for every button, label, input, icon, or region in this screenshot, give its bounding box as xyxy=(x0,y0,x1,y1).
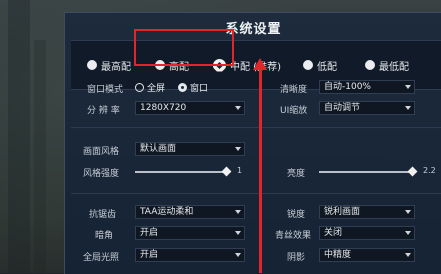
style-label: 画面风格 xyxy=(83,147,120,157)
vignette-label: 暗角 xyxy=(95,231,114,241)
chevron-down-icon xyxy=(405,210,411,214)
dropdown-value: 锐利画面 xyxy=(324,207,361,217)
dropdown-value: 默认画面 xyxy=(140,144,177,154)
sharpen-dropdown[interactable]: 锐利画面 xyxy=(319,205,415,219)
chevron-down-icon xyxy=(235,147,241,151)
dropdown-value: TAA运动柔和 xyxy=(140,207,194,217)
style-dropdown[interactable]: 默认画面 xyxy=(135,142,245,156)
aa-dropdown[interactable]: TAA运动柔和 xyxy=(135,205,245,219)
clarity-dropdown[interactable]: 自动-100% xyxy=(319,80,415,94)
brightness-label: 亮度 xyxy=(287,169,306,179)
aa-label: 抗锯齿 xyxy=(89,210,117,220)
radio-selected-icon xyxy=(178,83,187,92)
sharpen-label: 锐度 xyxy=(287,210,306,220)
gi-dropdown[interactable]: 开启 xyxy=(135,248,245,262)
preset-label: 最低配 xyxy=(379,61,409,73)
chevron-down-icon xyxy=(405,253,411,257)
dropdown-value: 中精度 xyxy=(324,250,352,260)
chevron-down-icon xyxy=(235,106,241,110)
octagon-icon xyxy=(87,60,97,70)
ui-scale-dropdown[interactable]: 自动调节 xyxy=(319,101,415,115)
preset-highest[interactable]: 最高配 xyxy=(87,56,131,74)
preset-low[interactable]: 低配 xyxy=(303,56,337,74)
radio-icon xyxy=(135,83,144,92)
chevron-down-icon xyxy=(235,231,241,235)
ui-scale-label: UI缩放 xyxy=(280,106,308,116)
preset-label: 低配 xyxy=(317,61,337,73)
system-settings-dialog: 系统设置 最高配 高配 中配 (推荐) 低配 最低配 窗口模式 全屏 窗口 清晰 xyxy=(64,12,441,274)
tint-label: 青丝效果 xyxy=(275,231,312,241)
dropdown-value: 1280X720 xyxy=(140,103,187,113)
strength-slider[interactable] xyxy=(135,171,228,173)
strength-value: 1 xyxy=(237,166,243,175)
resolution-label: 分 辨 率 xyxy=(87,106,120,116)
chevron-down-icon xyxy=(405,231,411,235)
chevron-down-icon xyxy=(235,253,241,257)
dropdown-value: 开启 xyxy=(140,228,159,238)
chevron-down-icon xyxy=(405,85,411,89)
gi-label: 全局光照 xyxy=(83,253,120,263)
brightness-slider-handle[interactable] xyxy=(407,166,418,177)
annotation-arrow-shaft xyxy=(259,64,262,273)
tint-dropdown[interactable]: 关闭 xyxy=(319,226,415,240)
dropdown-value: 自动调节 xyxy=(324,103,361,113)
octagon-icon xyxy=(303,60,313,70)
shadow-dropdown[interactable]: 中精度 xyxy=(319,248,415,262)
fullscreen-radio[interactable]: 全屏 xyxy=(135,81,165,94)
octagon-icon xyxy=(365,60,375,70)
background-tree-2 xyxy=(34,40,46,273)
chevron-down-icon xyxy=(235,210,241,214)
dropdown-value: 开启 xyxy=(140,250,159,260)
brightness-value: 2.2 xyxy=(423,166,436,175)
dropdown-value: 自动-100% xyxy=(324,82,371,92)
clarity-label: 清晰度 xyxy=(280,85,308,95)
strength-slider-handle[interactable] xyxy=(221,166,232,177)
radio-label: 窗口 xyxy=(190,84,209,94)
annotation-arrow-head-icon xyxy=(253,58,267,70)
divider xyxy=(71,127,441,128)
annotation-highlight-box xyxy=(134,29,234,66)
resolution-dropdown[interactable]: 1280X720 xyxy=(135,101,245,115)
dropdown-value: 关闭 xyxy=(324,228,343,238)
chevron-down-icon xyxy=(405,106,411,110)
background-tree xyxy=(8,0,30,273)
radio-label: 全屏 xyxy=(147,84,166,94)
brightness-slider[interactable] xyxy=(319,171,413,173)
strength-label: 风格强度 xyxy=(83,169,120,179)
dialog-title: 系统设置 xyxy=(225,22,282,37)
preset-lowest[interactable]: 最低配 xyxy=(365,56,409,74)
divider xyxy=(71,193,441,194)
vignette-dropdown[interactable]: 开启 xyxy=(135,226,245,240)
windowed-radio[interactable]: 窗口 xyxy=(178,81,208,94)
preset-label: 最高配 xyxy=(101,61,131,73)
window-mode-label: 窗口模式 xyxy=(87,85,124,95)
shadow-label: 阴影 xyxy=(287,253,306,263)
